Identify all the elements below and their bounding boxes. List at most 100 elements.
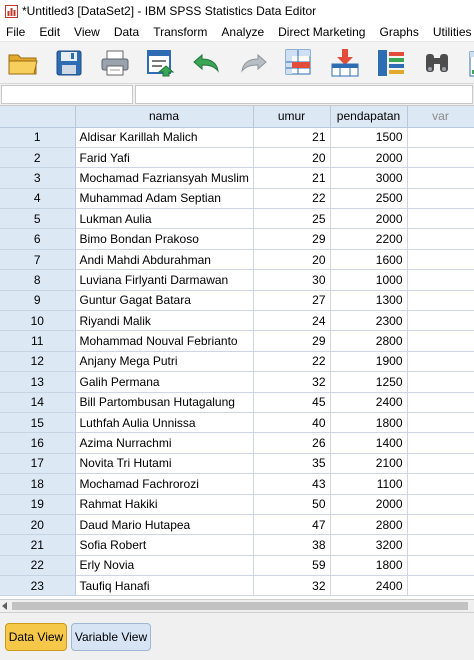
cell-pendapatan[interactable]: 3200: [330, 534, 408, 556]
cell-var[interactable]: [407, 290, 474, 312]
cell-umur[interactable]: 20: [253, 249, 331, 271]
horizontal-scrollbar[interactable]: [0, 599, 474, 613]
cell-pendapatan[interactable]: 1250: [330, 371, 408, 393]
cell-var[interactable]: [407, 392, 474, 413]
cell-pendapatan[interactable]: 1100: [330, 473, 408, 495]
menu-data[interactable]: Data: [108, 22, 147, 41]
tab-data-view[interactable]: Data View: [5, 623, 67, 651]
cell-var[interactable]: [407, 269, 474, 291]
cell-pendapatan[interactable]: 1300: [330, 290, 408, 312]
row-number-cell[interactable]: 7: [0, 249, 76, 271]
cell-umur[interactable]: 35: [253, 453, 331, 475]
row-number-cell[interactable]: 3: [0, 167, 76, 189]
column-header-pendapatan[interactable]: pendapatan: [330, 106, 408, 128]
cell-pendapatan[interactable]: 3000: [330, 167, 408, 189]
recall-dialog-icon[interactable]: [144, 46, 178, 80]
cell-var[interactable]: [407, 412, 474, 434]
cell-umur[interactable]: 45: [253, 392, 331, 413]
cell-umur[interactable]: 50: [253, 494, 331, 515]
cell-umur[interactable]: 20: [253, 147, 331, 169]
cell-umur[interactable]: 22: [253, 351, 331, 373]
cell-nama[interactable]: Aldisar Karillah Malich: [75, 127, 254, 148]
scroll-left-arrow-icon[interactable]: [2, 602, 7, 610]
cell-nama[interactable]: Riyandi Malik: [75, 310, 254, 332]
cell-reference-box[interactable]: [1, 85, 133, 104]
cell-var[interactable]: [407, 473, 474, 495]
menu-graphs[interactable]: Graphs: [373, 22, 426, 41]
cell-pendapatan[interactable]: 1500: [330, 127, 408, 148]
cell-pendapatan[interactable]: 1800: [330, 412, 408, 434]
cell-pendapatan[interactable]: 2000: [330, 494, 408, 515]
cell-nama[interactable]: Farid Yafi: [75, 147, 254, 169]
cell-pendapatan[interactable]: 2400: [330, 392, 408, 413]
menu-transform[interactable]: Transform: [147, 22, 215, 41]
row-number-cell[interactable]: 8: [0, 269, 76, 291]
cell-var[interactable]: [407, 432, 474, 454]
menu-direct-marketing[interactable]: Direct Marketing: [272, 22, 373, 41]
column-header-var[interactable]: var: [407, 106, 474, 128]
cell-var[interactable]: [407, 147, 474, 169]
corner-cell[interactable]: [0, 106, 76, 128]
cell-umur[interactable]: 22: [253, 188, 331, 210]
print-icon[interactable]: [98, 46, 132, 80]
cell-nama[interactable]: Lukman Aulia: [75, 208, 254, 230]
cell-pendapatan[interactable]: 2200: [330, 228, 408, 250]
cell-var[interactable]: [407, 208, 474, 230]
cell-var[interactable]: [407, 351, 474, 373]
tab-variable-view[interactable]: Variable View: [71, 623, 151, 651]
row-number-cell[interactable]: 17: [0, 453, 76, 475]
cell-nama[interactable]: Sofia Robert: [75, 534, 254, 556]
cell-umur[interactable]: 59: [253, 555, 331, 577]
cell-var[interactable]: [407, 310, 474, 332]
cell-nama[interactable]: Andi Mahdi Abdurahman: [75, 249, 254, 271]
row-number-cell[interactable]: 16: [0, 432, 76, 454]
cell-pendapatan[interactable]: 1800: [330, 555, 408, 577]
row-number-cell[interactable]: 5: [0, 208, 76, 230]
menu-view[interactable]: View: [68, 22, 108, 41]
cell-pendapatan[interactable]: 2800: [330, 330, 408, 352]
cell-pendapatan[interactable]: 2100: [330, 453, 408, 475]
column-header-nama[interactable]: nama: [75, 106, 254, 128]
cell-pendapatan[interactable]: 2000: [330, 208, 408, 230]
cell-nama[interactable]: Azima Nurrachmi: [75, 432, 254, 454]
cell-nama[interactable]: Erly Novia: [75, 555, 254, 577]
menu-file[interactable]: File: [0, 22, 33, 41]
cell-umur[interactable]: 38: [253, 534, 331, 556]
insert-cases-icon[interactable]: [466, 46, 474, 80]
cell-nama[interactable]: Luthfah Aulia Unnissa: [75, 412, 254, 434]
cell-nama[interactable]: Novita Tri Hutami: [75, 453, 254, 475]
cell-pendapatan[interactable]: 1400: [330, 432, 408, 454]
cell-var[interactable]: [407, 575, 474, 597]
row-number-cell[interactable]: 6: [0, 228, 76, 250]
cell-umur[interactable]: 32: [253, 575, 331, 597]
variables-icon[interactable]: [374, 46, 408, 80]
row-number-cell[interactable]: 18: [0, 473, 76, 495]
cell-var[interactable]: [407, 534, 474, 556]
cell-umur[interactable]: 29: [253, 330, 331, 352]
cell-nama[interactable]: Anjany Mega Putri: [75, 351, 254, 373]
cell-var[interactable]: [407, 371, 474, 393]
cell-umur[interactable]: 32: [253, 371, 331, 393]
cell-nama[interactable]: Taufiq Hanafi: [75, 575, 254, 597]
cell-umur[interactable]: 30: [253, 269, 331, 291]
row-number-cell[interactable]: 21: [0, 534, 76, 556]
cell-var[interactable]: [407, 555, 474, 577]
find-icon[interactable]: [420, 46, 454, 80]
cell-var[interactable]: [407, 127, 474, 148]
cell-umur[interactable]: 29: [253, 228, 331, 250]
row-number-cell[interactable]: 19: [0, 494, 76, 515]
cell-pendapatan[interactable]: 2400: [330, 575, 408, 597]
row-number-cell[interactable]: 2: [0, 147, 76, 169]
undo-icon[interactable]: [190, 46, 224, 80]
cell-value-box[interactable]: [135, 85, 473, 104]
cell-nama[interactable]: Mochamad Fachrorozi: [75, 473, 254, 495]
menu-edit[interactable]: Edit: [33, 22, 68, 41]
row-number-cell[interactable]: 12: [0, 351, 76, 373]
cell-var[interactable]: [407, 453, 474, 475]
row-number-cell[interactable]: 14: [0, 392, 76, 413]
cell-nama[interactable]: Guntur Gagat Batara: [75, 290, 254, 312]
row-number-cell[interactable]: 1: [0, 127, 76, 148]
cell-var[interactable]: [407, 167, 474, 189]
cell-nama[interactable]: Rahmat Hakiki: [75, 494, 254, 515]
cell-umur[interactable]: 40: [253, 412, 331, 434]
